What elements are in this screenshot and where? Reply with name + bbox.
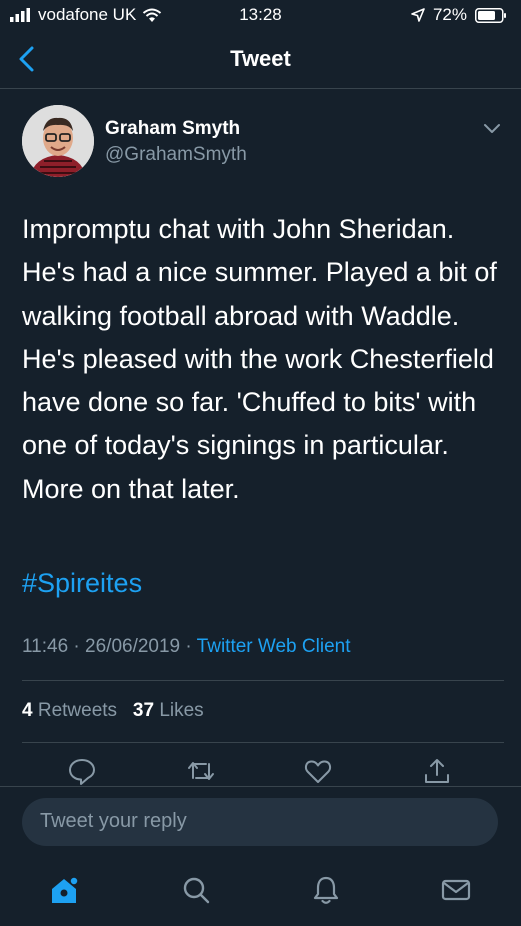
meta-separator: · <box>73 636 80 657</box>
retweets-label[interactable]: Retweets <box>38 700 117 721</box>
nav-bar: Tweet <box>0 30 521 89</box>
author-handle[interactable]: @GrahamSmyth <box>105 144 247 166</box>
divider <box>22 680 504 681</box>
share-icon[interactable] <box>422 756 452 786</box>
likes-label[interactable]: Likes <box>159 700 203 721</box>
status-bar: vodafone UK 13:28 72% <box>0 0 521 30</box>
retweets-count[interactable]: 4 <box>22 700 33 721</box>
battery-icon <box>475 7 506 23</box>
avatar-image <box>22 105 94 177</box>
avatar[interactable] <box>22 105 94 177</box>
likes-count[interactable]: 37 <box>133 700 154 721</box>
retweet-icon[interactable] <box>186 756 216 786</box>
tweet-text: Impromptu chat with John Sheridan. He's … <box>22 214 497 504</box>
meta-separator: · <box>185 636 192 657</box>
like-icon[interactable] <box>303 756 333 786</box>
hashtag-link[interactable]: #Spireites <box>22 568 142 599</box>
author-name[interactable]: Graham Smyth <box>105 118 240 140</box>
tweet-stats: 4 Retweets 37 Likes <box>22 700 204 722</box>
tweet-date: 26/06/2019 <box>85 636 181 657</box>
reply-input[interactable]: Tweet your reply <box>22 798 498 846</box>
tweet-client-link[interactable]: Twitter Web Client <box>197 636 351 657</box>
status-right: 72% <box>411 5 507 25</box>
divider <box>22 742 504 743</box>
page-title: Tweet <box>230 46 291 71</box>
tweet-meta: 11:46 · 26/06/2019 · Twitter Web Client <box>22 636 350 658</box>
reply-icon[interactable] <box>67 756 97 786</box>
location-arrow-icon <box>411 8 425 22</box>
home-icon[interactable] <box>48 874 80 906</box>
search-icon[interactable] <box>180 874 212 906</box>
messages-icon[interactable] <box>440 874 472 906</box>
notifications-icon[interactable] <box>310 874 342 906</box>
tweet-time: 11:46 <box>22 636 69 657</box>
battery-percent: 72% <box>432 5 467 24</box>
chevron-down-icon[interactable] <box>482 122 502 136</box>
